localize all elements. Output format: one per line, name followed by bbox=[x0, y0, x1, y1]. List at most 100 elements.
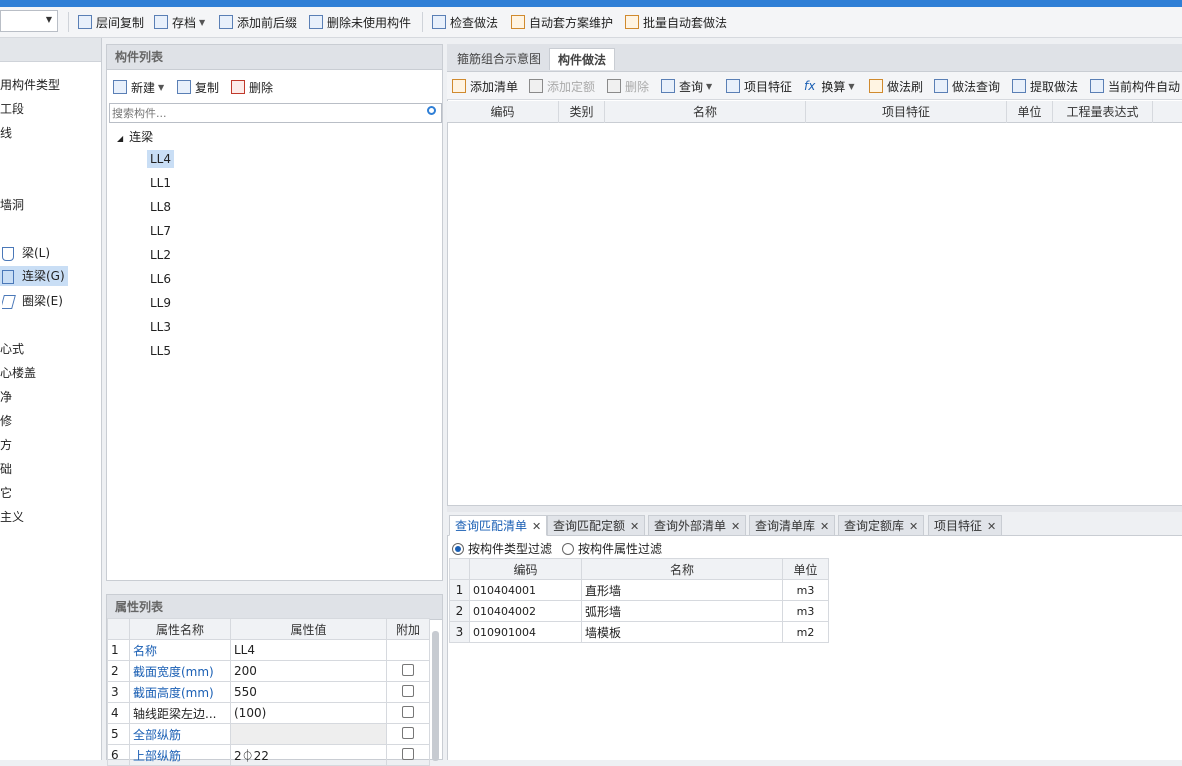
filter-by-type[interactable]: 按构件类型过滤 bbox=[452, 540, 552, 557]
nav-item-link-beam[interactable]: 连梁(G) bbox=[0, 266, 68, 286]
property-row[interactable]: 3 截面高度(mm) 550 bbox=[107, 681, 430, 703]
current-auto-button[interactable]: 当前构件自动 bbox=[1090, 77, 1180, 95]
property-scrollbar[interactable] bbox=[432, 631, 439, 761]
nav-item[interactable]: 墙洞 bbox=[0, 196, 24, 213]
check-method-button[interactable]: 检查做法 bbox=[432, 11, 498, 33]
project-feature-button[interactable]: 项目特征 bbox=[726, 77, 792, 95]
expand-icon[interactable]: ◢ bbox=[117, 134, 123, 143]
tree-item[interactable]: LL6 bbox=[150, 272, 171, 286]
close-icon[interactable]: ✕ bbox=[987, 520, 996, 533]
tab-quota-library[interactable]: 查询定额库 ✕ bbox=[838, 515, 925, 536]
property-value[interactable]: 550 bbox=[230, 681, 387, 703]
column-header[interactable]: 类别 bbox=[559, 101, 605, 123]
tree-item[interactable]: LL1 bbox=[150, 176, 171, 190]
tab-component-method[interactable]: 构件做法 bbox=[549, 48, 616, 70]
nav-item[interactable]: 线 bbox=[0, 124, 12, 141]
query-button[interactable]: 查询 ▼ bbox=[661, 77, 712, 95]
attach-checkbox[interactable] bbox=[402, 663, 414, 676]
copy-icon bbox=[177, 80, 191, 94]
new-component-button[interactable]: 新建 ▼ bbox=[113, 78, 164, 96]
method-query-button[interactable]: 做法查询 bbox=[934, 77, 1000, 95]
property-value[interactable]: 200 bbox=[230, 660, 387, 682]
column-header[interactable]: 名称 bbox=[581, 558, 783, 580]
property-value[interactable]: (100) bbox=[230, 702, 387, 724]
convert-button[interactable]: fx 换算 ▼ bbox=[804, 77, 855, 95]
column-header[interactable]: 编码 bbox=[447, 101, 559, 123]
tab-project-feature[interactable]: 项目特征 ✕ bbox=[928, 515, 1003, 536]
add-prefix-suffix-button[interactable]: 添加前后缀 bbox=[219, 11, 297, 33]
attach-checkbox[interactable] bbox=[402, 684, 414, 697]
nav-item[interactable]: 心楼盖 bbox=[0, 364, 36, 381]
table-row[interactable]: 3 010901004 墙模板 m2 bbox=[449, 621, 829, 643]
column-header[interactable]: 名称 bbox=[605, 101, 806, 123]
column-header[interactable]: 项目特征 bbox=[806, 101, 1007, 123]
table-row[interactable]: 2 010404002 弧形墙 m3 bbox=[449, 600, 829, 622]
copy-component-button[interactable]: 复制 bbox=[177, 78, 219, 96]
property-value[interactable]: LL4 bbox=[230, 639, 387, 661]
column-header[interactable]: 单位 bbox=[782, 558, 829, 580]
property-row[interactable]: 1 名称 LL4 bbox=[107, 639, 430, 661]
tree-root[interactable]: ◢ 连梁 bbox=[117, 128, 153, 145]
tree-item[interactable]: LL8 bbox=[150, 200, 171, 214]
delete-component-button[interactable]: 删除 bbox=[231, 78, 273, 96]
delete-button[interactable]: 删除 bbox=[607, 77, 649, 95]
tree-item[interactable]: LL3 bbox=[150, 320, 171, 334]
tree-item[interactable]: LL5 bbox=[150, 344, 171, 358]
add-quota-button[interactable]: 添加定额 bbox=[529, 77, 595, 95]
column-header[interactable]: 编码 bbox=[469, 558, 582, 580]
nav-item[interactable]: 心式 bbox=[0, 340, 24, 357]
auto-scheme-button[interactable]: 自动套方案维护 bbox=[511, 11, 613, 33]
add-list-button[interactable]: 添加清单 bbox=[452, 77, 518, 95]
nav-item[interactable]: 用构件类型 bbox=[0, 76, 60, 93]
property-row[interactable]: 5 全部纵筋 bbox=[107, 723, 430, 745]
nav-item[interactable]: 修 bbox=[0, 412, 12, 429]
table-row[interactable]: 1 010404001 直形墙 m3 bbox=[449, 579, 829, 601]
horizontal-splitter[interactable] bbox=[447, 505, 1182, 512]
extract-method-button[interactable]: 提取做法 bbox=[1012, 77, 1078, 95]
attach-checkbox[interactable] bbox=[402, 705, 414, 718]
tree-item[interactable]: LL7 bbox=[150, 224, 171, 238]
nav-item[interactable]: 方 bbox=[0, 436, 12, 453]
nav-item[interactable]: 主义 bbox=[0, 508, 24, 525]
close-icon[interactable]: ✕ bbox=[731, 520, 740, 533]
close-icon[interactable]: ✕ bbox=[820, 520, 829, 533]
column-header[interactable]: 工程量表达式 bbox=[1053, 101, 1153, 123]
nav-item[interactable]: 工段 bbox=[0, 100, 24, 117]
nav-item-beam[interactable]: 梁(L) bbox=[2, 244, 50, 261]
nav-item[interactable]: 它 bbox=[0, 484, 12, 501]
column-header[interactable]: 单位 bbox=[1007, 101, 1053, 123]
batch-auto-button[interactable]: 批量自动套做法 bbox=[625, 11, 727, 33]
property-value[interactable] bbox=[230, 723, 387, 745]
property-row[interactable]: 2 截面宽度(mm) 200 bbox=[107, 660, 430, 682]
attach-checkbox[interactable] bbox=[402, 726, 414, 739]
close-icon[interactable]: ✕ bbox=[630, 520, 639, 533]
delete-unused-button[interactable]: 删除未使用构件 bbox=[309, 11, 411, 33]
method-brush-button[interactable]: 做法刷 bbox=[869, 77, 923, 95]
radio-button[interactable] bbox=[562, 543, 574, 555]
close-icon[interactable]: ✕ bbox=[909, 520, 918, 533]
tree-item[interactable]: LL4 bbox=[147, 150, 175, 168]
property-value[interactable]: 2⏀22 bbox=[230, 744, 387, 766]
tree-item[interactable]: LL9 bbox=[150, 296, 171, 310]
radio-button[interactable] bbox=[452, 543, 464, 555]
tab-match-quota[interactable]: 查询匹配定额 ✕ bbox=[547, 515, 646, 536]
copy-between-floors-button[interactable]: 层间复制 bbox=[78, 11, 144, 33]
tree-item[interactable]: LL2 bbox=[150, 248, 171, 262]
tab-list-library[interactable]: 查询清单库 ✕ bbox=[749, 515, 836, 536]
toolbar-divider bbox=[68, 12, 69, 32]
search-icon[interactable] bbox=[427, 106, 436, 115]
property-row[interactable]: 4 轴线距梁左边... (100) bbox=[107, 702, 430, 724]
tab-match-list[interactable]: 查询匹配清单 ✕ bbox=[449, 515, 548, 536]
component-search-input[interactable] bbox=[109, 103, 442, 123]
close-icon[interactable]: ✕ bbox=[532, 520, 541, 533]
archive-button[interactable]: 存档 ▼ bbox=[154, 11, 205, 33]
nav-item-ring-beam[interactable]: 圈梁(E) bbox=[2, 292, 63, 309]
floor-select[interactable]: ▼ bbox=[0, 10, 58, 32]
property-row[interactable]: 6 上部纵筋 2⏀22 bbox=[107, 744, 430, 766]
tab-stirrup-diagram[interactable]: 箍筋组合示意图 bbox=[449, 48, 549, 70]
attach-checkbox[interactable] bbox=[402, 747, 414, 760]
nav-item[interactable]: 础 bbox=[0, 460, 12, 477]
nav-item[interactable]: 净 bbox=[0, 388, 12, 405]
filter-by-attribute[interactable]: 按构件属性过滤 bbox=[562, 540, 662, 557]
tab-external-list[interactable]: 查询外部清单 ✕ bbox=[648, 515, 747, 536]
